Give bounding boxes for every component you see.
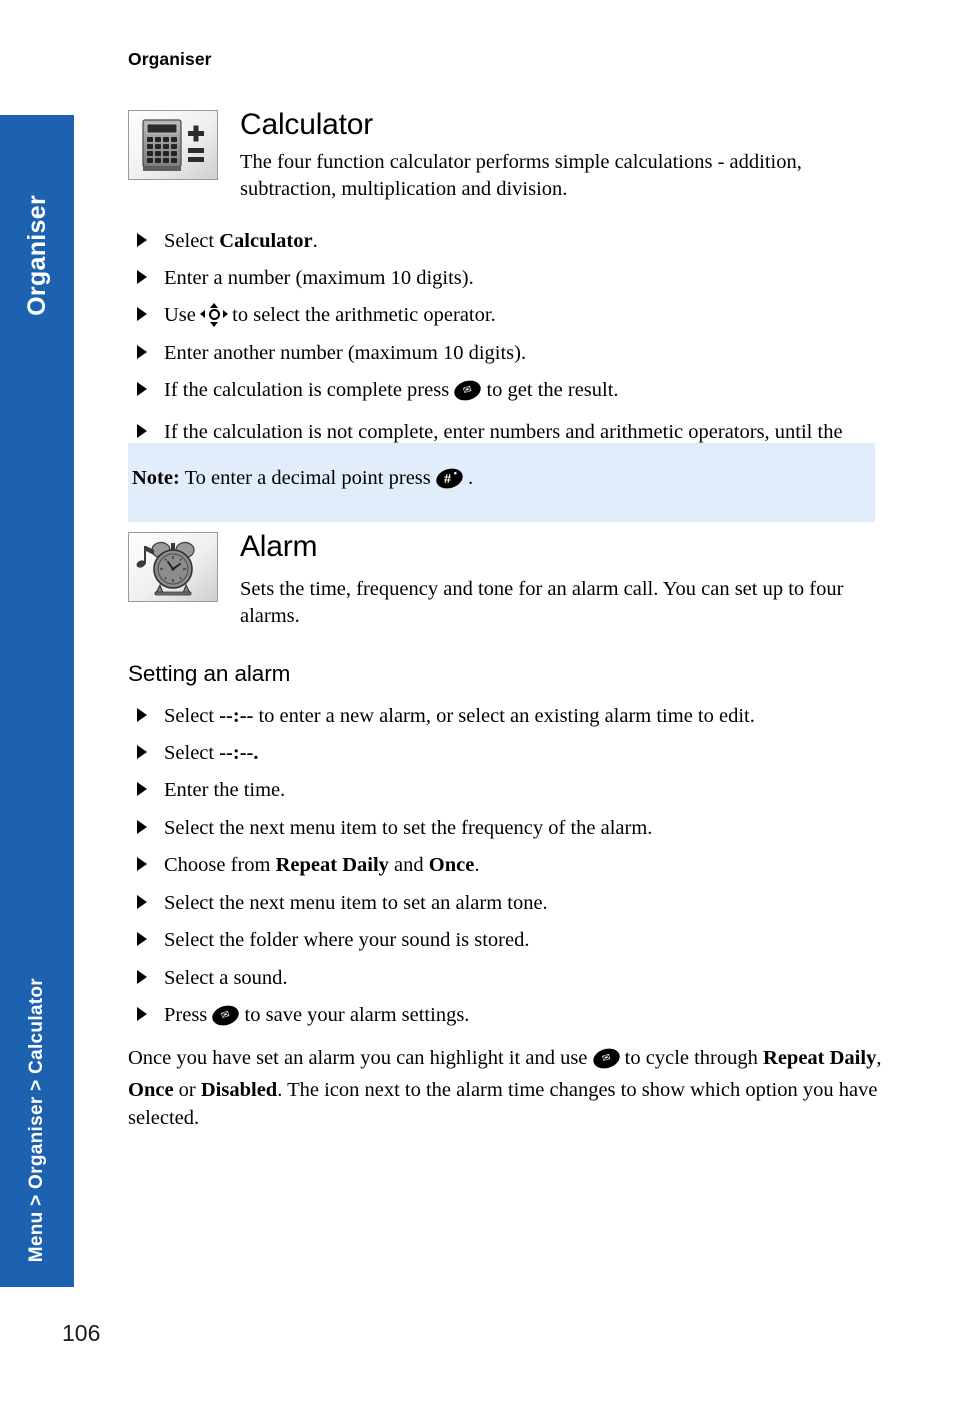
emphasis-text: Repeat Daily	[275, 854, 389, 877]
sub-heading-setting-an-alarm: Setting an alarm	[128, 660, 291, 686]
list-item: Enter the time.	[128, 777, 888, 804]
note-text: Note: To enter a decimal point press # ▪ …	[128, 465, 875, 496]
list-item: Enter a number (maximum 10 digits).	[128, 265, 888, 292]
bullet-triangle-icon	[137, 344, 147, 359]
list-item: Press ✉ to save your alarm settings.	[128, 1002, 888, 1033]
calculator-section-header: Calculator The four function calculator …	[128, 110, 888, 204]
list-item: Select --:-- to enter a new alarm, or se…	[128, 703, 888, 730]
alarm-tail-paragraph: Once you have set an alarm you can highl…	[128, 1045, 882, 1129]
list-item: Select the next menu item to set an alar…	[128, 890, 888, 917]
emphasis-text: Note:	[132, 467, 180, 489]
list-item: Select --:--.	[128, 740, 888, 767]
alarm-description: Sets the time, frequency and tone for an…	[240, 578, 844, 628]
list-item: Select the folder where your sound is st…	[128, 927, 888, 954]
hash-key-icon: # ▪	[433, 465, 466, 496]
bullet-triangle-icon	[137, 744, 147, 759]
calculator-section-body: Calculator The four function calculator …	[240, 110, 888, 204]
emphasis-text: Calculator	[219, 229, 313, 252]
select-key-icon: ✉	[590, 1045, 622, 1076]
bullet-triangle-icon	[137, 782, 147, 797]
navigation-key-icon	[200, 303, 229, 328]
page-title-calculator: Calculator	[240, 108, 374, 141]
list-item: Select Calculator.	[128, 228, 888, 255]
list-item: If the calculation is complete press ✉ t…	[128, 377, 888, 408]
page-title-alarm: Alarm	[240, 530, 318, 563]
select-key-icon: ✉	[452, 377, 484, 408]
bullet-triangle-icon	[137, 707, 147, 722]
bullet-triangle-icon	[137, 857, 147, 872]
calculator-icon	[128, 110, 218, 180]
list-item: Select a sound.	[128, 965, 888, 992]
bullet-triangle-icon	[137, 232, 147, 247]
note-box: Note: To enter a decimal point press # ▪ …	[128, 443, 875, 522]
bullet-triangle-icon	[137, 269, 147, 284]
page-number: 106	[62, 1320, 101, 1346]
emphasis-text: Disabled	[200, 1078, 278, 1101]
bullet-triangle-icon	[137, 969, 147, 984]
bullet-triangle-icon	[137, 1007, 147, 1022]
alarm-steps-list: Select --:-- to enter a new alarm, or se…	[128, 703, 888, 1034]
emphasis-text: --:--	[219, 704, 254, 727]
bullet-triangle-icon	[137, 894, 147, 909]
list-item: Select the next menu item to set the fre…	[128, 815, 888, 842]
chapter-side-tab	[0, 115, 74, 1287]
emphasis-text: Once	[128, 1078, 174, 1101]
list-item: Enter another number (maximum 10 digits)…	[128, 340, 888, 367]
bullet-triangle-icon	[137, 307, 147, 322]
list-item: Choose from Repeat Daily and Once.	[128, 852, 888, 879]
calculator-steps-list: Select Calculator. Enter a number (maximu…	[128, 228, 888, 478]
calculator-description: The four function calculator performs si…	[240, 151, 802, 201]
alarm-section-body: Alarm Sets the time, frequency and tone …	[240, 532, 888, 631]
bullet-triangle-icon	[137, 423, 147, 438]
emphasis-text: Once	[428, 854, 475, 877]
bullet-triangle-icon	[137, 932, 147, 947]
select-key-icon: ✉	[210, 1002, 242, 1033]
section-calculator: Calculator The four function calculator …	[128, 110, 888, 488]
bullet-triangle-icon	[137, 819, 147, 834]
emphasis-text: Repeat Daily	[763, 1046, 877, 1069]
alarm-section-header: Alarm Sets the time, frequency and tone …	[128, 532, 888, 631]
running-head: Organiser	[128, 49, 212, 69]
emphasis-text: --:--.	[219, 741, 259, 764]
section-alarm: Alarm Sets the time, frequency and tone …	[128, 532, 888, 1132]
alarm-clock-icon	[128, 532, 218, 602]
bullet-triangle-icon	[137, 382, 147, 397]
list-item: Use to select the arithmetic operator.	[128, 302, 888, 329]
